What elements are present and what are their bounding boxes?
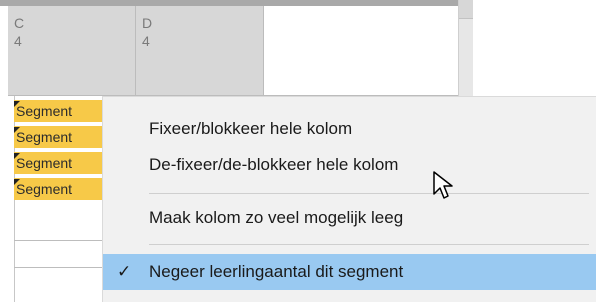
grid-row xyxy=(14,240,102,267)
column-letter: D xyxy=(142,15,153,31)
column-header-empty xyxy=(264,6,458,96)
segment-cell[interactable]: Segment xyxy=(14,178,102,200)
menu-item-label: Negeer leerlingaantal dit segment xyxy=(149,262,404,281)
menu-separator xyxy=(149,193,589,194)
menu-item-unfix-column[interactable]: De-fixeer/de-blokkeer hele kolom xyxy=(103,147,596,183)
context-menu: Fixeer/blokkeer hele kolom De-fixeer/de-… xyxy=(102,96,596,302)
menu-item-fix-column[interactable]: Fixeer/blokkeer hele kolom xyxy=(103,111,596,147)
segment-cell[interactable]: Segment xyxy=(14,152,102,174)
empty-rows xyxy=(14,240,102,294)
segment-list: Segment Segment Segment Segment xyxy=(14,100,102,204)
grid-row xyxy=(14,267,102,294)
segment-cell[interactable]: Segment xyxy=(14,100,102,122)
column-letter: C xyxy=(14,15,25,31)
menu-separator xyxy=(149,244,589,245)
menu-item-label: Maak kolom zo veel mogelijk leeg xyxy=(149,208,404,227)
menu-item-empty-column[interactable]: Maak kolom zo veel mogelijk leeg xyxy=(103,200,596,236)
menu-item-label: De-fixeer/de-blokkeer hele kolom xyxy=(149,155,399,174)
checkmark-icon: ✓ xyxy=(117,262,132,281)
column-count: 4 xyxy=(14,33,22,49)
column-header-d[interactable]: D 4 xyxy=(136,6,264,96)
column-count: 4 xyxy=(142,33,150,49)
mouse-pointer-icon xyxy=(433,171,453,199)
segment-cell[interactable]: Segment xyxy=(14,126,102,148)
menu-item-label: Fixeer/blokkeer hele kolom xyxy=(149,119,353,138)
menu-item-ignore-student-count[interactable]: ✓ Negeer leerlingaantal dit segment xyxy=(103,254,596,290)
column-header-c[interactable]: C 4 xyxy=(8,6,136,96)
